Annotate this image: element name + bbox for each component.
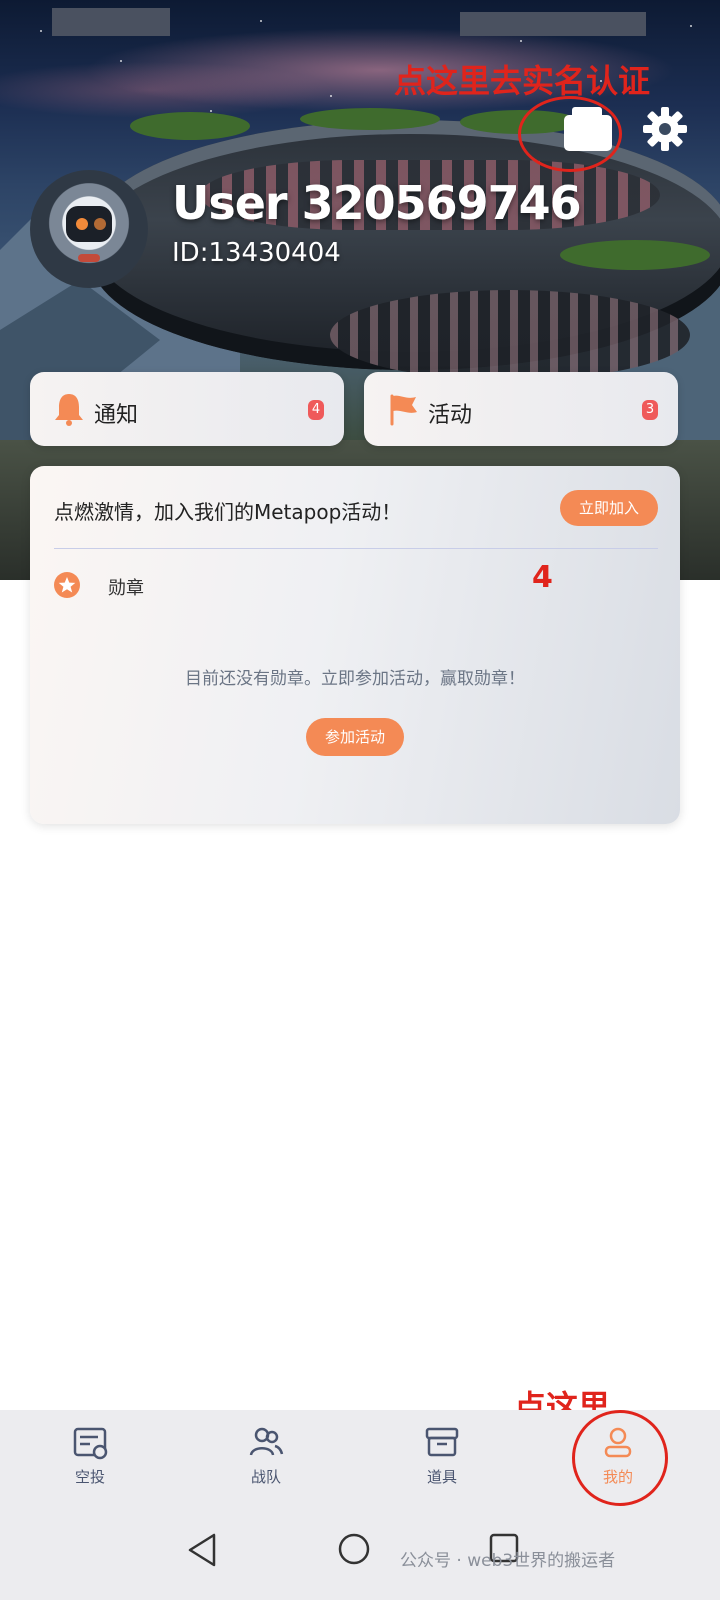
notifications-label: 通知 [94, 403, 139, 428]
annotation-top: 点这里去实名认证 [394, 62, 651, 100]
nav-item-items[interactable]: 道具 [352, 1410, 532, 1510]
participate-button[interactable]: 参加活动 [306, 718, 404, 756]
avatar[interactable] [30, 170, 148, 288]
nav-label-team: 战队 [250, 1468, 281, 1486]
airdrop-icon [73, 1427, 108, 1460]
nav-label-airdrop: 空投 [74, 1468, 105, 1486]
annotation-circle [518, 96, 622, 172]
team-icon [249, 1427, 284, 1456]
divider [54, 548, 658, 549]
status-bar-redacted [460, 12, 646, 36]
flag-icon [390, 394, 417, 426]
promo-text: 点燃激情，加入我们的Metapop活动！ [54, 500, 402, 524]
nav-label-items: 道具 [426, 1468, 457, 1486]
activity-count-badge: 3 [642, 400, 658, 420]
star-icon [54, 572, 80, 598]
annotation-number: 4 [532, 560, 553, 595]
nav-item-team[interactable]: 战队 [176, 1410, 356, 1510]
nav-item-airdrop[interactable]: 空投 [0, 1410, 180, 1510]
bell-icon [55, 394, 83, 426]
status-bar-redacted [52, 8, 170, 36]
join-now-button[interactable]: 立即加入 [560, 490, 658, 526]
activities-label: 活动 [428, 403, 473, 428]
user-id: ID:13430404 [172, 238, 341, 268]
annotation-circle-nav [572, 1410, 668, 1506]
watermark: 公众号 · web3世界的搬运者 [400, 1551, 616, 1571]
activity-panel: 点燃激情，加入我们的Metapop活动！ 立即加入 勋章 目前还没有勋章。立即参… [30, 466, 680, 824]
activities-card[interactable]: 活动 3 [364, 372, 678, 446]
items-icon [425, 1427, 459, 1457]
notifications-card[interactable]: 通知 4 [30, 372, 344, 446]
home-icon[interactable] [337, 1532, 371, 1566]
notification-count-badge: 4 [308, 400, 324, 420]
back-icon[interactable] [186, 1532, 218, 1568]
gear-icon[interactable] [640, 104, 690, 154]
medals-label: 勋章 [108, 578, 144, 599]
username: User 320569746 [172, 176, 582, 230]
medals-empty-text: 目前还没有勋章。立即参加活动，赢取勋章！ [185, 669, 525, 689]
